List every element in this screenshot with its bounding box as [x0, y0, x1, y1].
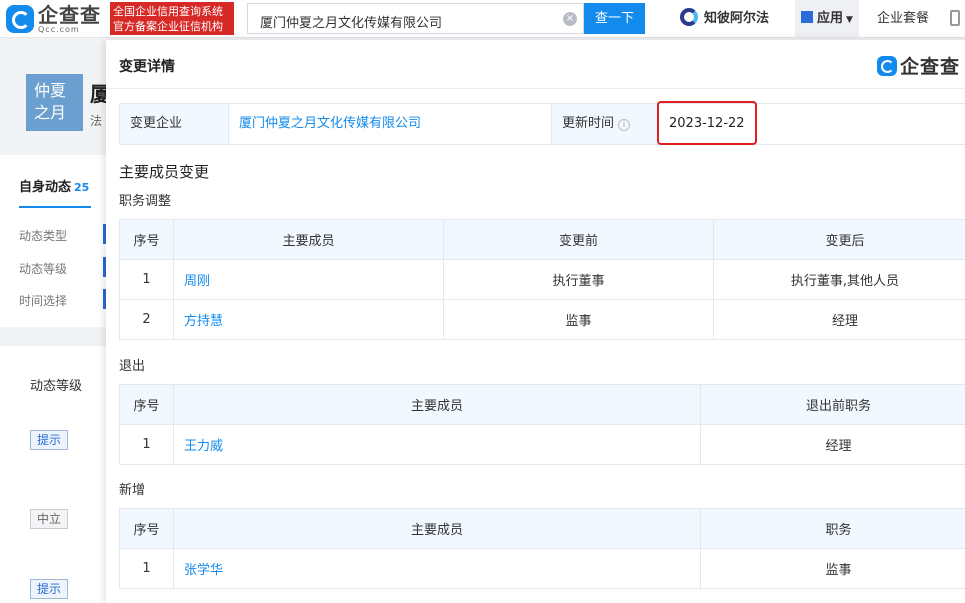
search-button[interactable]: 查一下	[584, 3, 645, 34]
role-before: 监事	[443, 299, 714, 340]
company-subtitle: 法	[90, 114, 103, 128]
logo-domain: Qcc.com	[38, 24, 80, 34]
top-navigation-bar: 企查查 Qcc.com 全国企业信用查询系统 官方备案企业征信机构 厦门仲夏之月…	[0, 0, 965, 38]
col-header-member: 主要成员	[173, 219, 444, 260]
filter-dynamic-type: 动态类型	[19, 229, 68, 243]
col-header-after: 变更后	[713, 219, 965, 260]
company-link[interactable]: 厦门仲夏之月文化传媒有限公司	[228, 104, 551, 144]
col-header-no: 序号	[119, 219, 174, 260]
table-row: 1 张学华 监事	[119, 548, 965, 589]
tab-label: 自身动态	[19, 180, 72, 195]
help-icon[interactable]: i	[618, 119, 631, 131]
zbf-logo-icon	[680, 8, 698, 26]
modal-header-divider	[106, 88, 965, 89]
col-header-no: 序号	[119, 508, 174, 549]
table-row: 2 方持慧 监事 经理	[119, 299, 965, 340]
col-header-no: 序号	[119, 384, 174, 425]
update-time-label: 更新时间 i	[551, 104, 658, 144]
level-tag-hint: 提示	[30, 430, 68, 450]
table-header-row: 序号 主要成员 变更前 变更后	[119, 219, 965, 260]
col-header-member: 主要成员	[173, 384, 701, 425]
subsection-exit: 退出	[119, 359, 146, 374]
tab-count: 25	[74, 181, 90, 194]
nav-apps-label: 应用	[817, 11, 844, 26]
col-header-before: 变更前	[443, 219, 714, 260]
level-tag-hint: 提示	[30, 579, 68, 599]
table-row: 1 王力威 经理	[119, 424, 965, 465]
role: 监事	[700, 548, 965, 589]
position-change-table: 序号 主要成员 变更前 变更后 1 周刚 执行董事 执行董事,其他人员 2 方持…	[119, 219, 965, 340]
company-avatar: 仲夏之月	[26, 74, 83, 131]
member-name-link[interactable]: 张学华	[173, 548, 701, 589]
dynamic-level-column-header: 动态等级	[30, 379, 83, 394]
phone-icon[interactable]	[950, 10, 960, 26]
badge-line-1: 全国企业信用查询系统	[113, 5, 223, 18]
filter-dynamic-level: 动态等级	[19, 262, 68, 276]
member-name-link[interactable]: 王力威	[173, 424, 701, 465]
qcc-logo-icon	[877, 55, 897, 76]
member-name-link[interactable]: 周刚	[173, 259, 444, 300]
subsection-added: 新增	[119, 483, 146, 498]
official-record-badge[interactable]: 全国企业信用查询系统 官方备案企业征信机构	[110, 2, 234, 35]
company-label: 变更企业	[120, 104, 228, 144]
row-no: 2	[119, 299, 174, 340]
logo-name: 企查查	[38, 2, 101, 27]
clear-icon[interactable]: ×	[563, 12, 577, 26]
modal-title: 变更详情	[119, 59, 175, 75]
level-tag-neutral: 中立	[30, 509, 68, 529]
row-no: 1	[119, 424, 174, 465]
badge-line-2: 官方备案企业征信机构	[113, 20, 223, 33]
table-header-row: 序号 主要成员 职务	[119, 508, 965, 549]
search-input[interactable]: 厦门仲夏之月文化传媒有限公司 ×	[247, 3, 584, 34]
tab-self-dynamics[interactable]: 自身动态 25	[19, 176, 89, 195]
nav-zbf-alpha[interactable]: 知彼阿尔法	[680, 0, 769, 37]
col-header-role: 职务	[700, 508, 965, 549]
nav-apps-menu[interactable]: 应用 ▼	[795, 0, 859, 37]
search-input-value: 厦门仲夏之月文化传媒有限公司	[260, 16, 443, 31]
nav-zbf-label: 知彼阿尔法	[704, 11, 770, 26]
role-before: 执行董事	[443, 259, 714, 300]
section-title-member-change: 主要成员变更	[119, 163, 210, 181]
row-no: 1	[119, 259, 174, 300]
added-table: 序号 主要成员 职务 1 张学华 监事	[119, 508, 965, 589]
role-before-exit: 经理	[700, 424, 965, 465]
exit-table: 序号 主要成员 退出前职务 1 王力威 经理	[119, 384, 965, 465]
row-no: 1	[119, 548, 174, 589]
apps-icon	[801, 11, 813, 23]
table-row: 1 周刚 执行董事 执行董事,其他人员	[119, 259, 965, 300]
role-after: 经理	[713, 299, 965, 340]
active-tab-underline	[19, 206, 91, 208]
qcc-logo-icon	[6, 5, 34, 33]
highlight-annotation-box	[657, 101, 757, 145]
member-name-link[interactable]: 方持慧	[173, 299, 444, 340]
table-header-row: 序号 主要成员 退出前职务	[119, 384, 965, 425]
nav-enterprise-package[interactable]: 企业套餐	[877, 0, 929, 37]
modal-logo-name: 企查查	[900, 56, 961, 78]
role-after: 执行董事,其他人员	[713, 259, 965, 300]
chevron-down-icon: ▼	[846, 15, 853, 25]
change-info-row: 变更企业 厦门仲夏之月文化传媒有限公司 更新时间 i	[119, 103, 965, 145]
qcc-logo[interactable]: 企查查 Qcc.com	[6, 4, 101, 34]
update-time-label-text: 更新时间	[562, 116, 615, 131]
col-header-role-before-exit: 退出前职务	[700, 384, 965, 425]
subsection-position-change: 职务调整	[119, 194, 172, 209]
filter-time: 时间选择	[19, 294, 68, 308]
col-header-member: 主要成员	[173, 508, 701, 549]
change-detail-modal: 变更详情 企查查 变更企业 厦门仲夏之月文化传媒有限公司 更新时间 i 2023-…	[106, 40, 965, 603]
modal-qcc-logo: 企查查	[877, 52, 960, 79]
